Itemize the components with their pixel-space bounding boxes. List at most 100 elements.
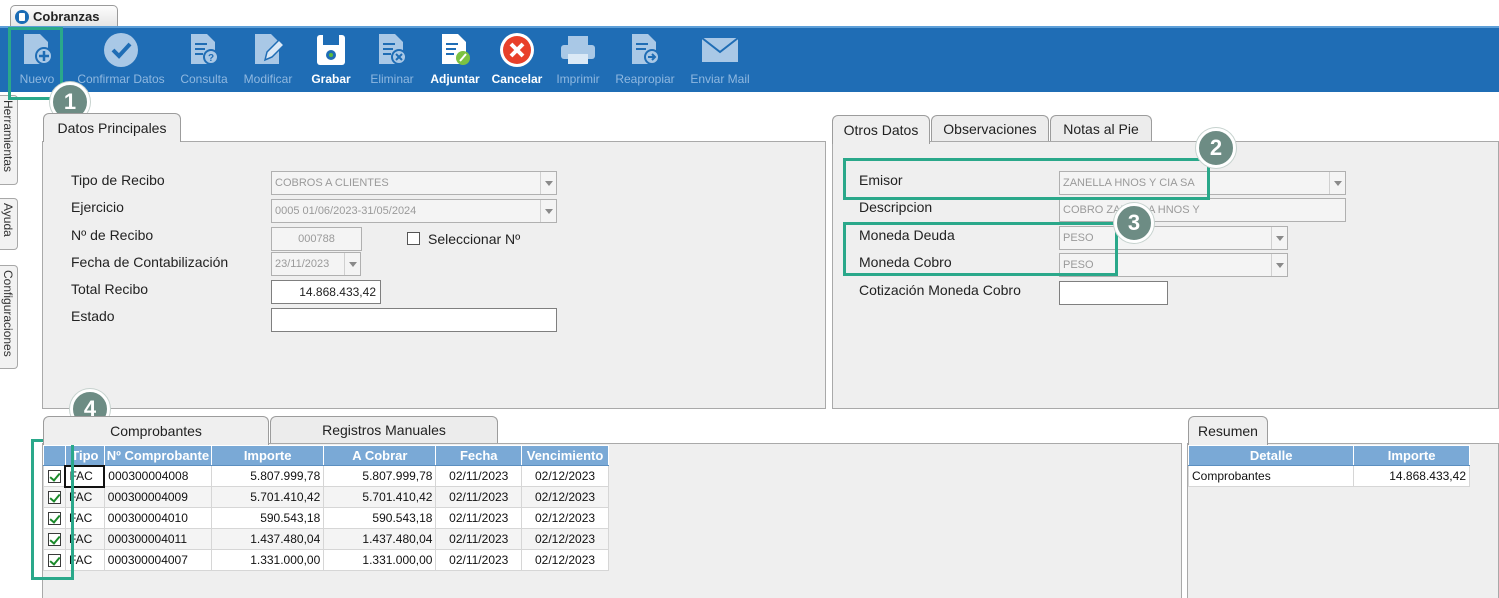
column-header-importe[interactable]: Importe <box>211 445 325 466</box>
vencimiento-cell[interactable]: 02/12/2023 <box>521 528 609 550</box>
fecha-cell[interactable]: 02/11/2023 <box>435 549 523 571</box>
column-header-a-cobrar[interactable]: A Cobrar <box>323 445 437 466</box>
importe-cell[interactable]: 14.868.433,42 <box>1353 465 1470 487</box>
numero-cell[interactable]: 000300004010 <box>103 507 213 529</box>
column-header-vencimiento[interactable]: Vencimiento <box>521 445 609 466</box>
send-mail-button[interactable]: Enviar Mail <box>686 30 754 92</box>
new-button[interactable]: Nuevo <box>12 30 62 92</box>
a-cobrar-cell[interactable]: 1.437.480,04 <box>323 528 437 550</box>
row-select-cell[interactable] <box>43 465 66 487</box>
fecha-cell[interactable]: 02/11/2023 <box>435 528 523 550</box>
tab-datos-principales[interactable]: Datos Principales <box>43 113 181 142</box>
column-header-tipo[interactable]: Tipo <box>64 445 105 466</box>
chevron-down-icon[interactable] <box>540 172 556 194</box>
modify-button[interactable]: Modificar <box>240 30 296 92</box>
row-checkbox[interactable] <box>47 512 61 526</box>
vencimiento-cell[interactable]: 02/12/2023 <box>521 465 609 487</box>
row-select-cell[interactable] <box>43 549 66 571</box>
document-tab-cobranzas[interactable]: Cobranzas <box>10 5 118 27</box>
reassign-button[interactable]: Reapropiar <box>612 30 678 92</box>
chevron-down-icon[interactable] <box>1271 254 1287 276</box>
cotizacion-field[interactable] <box>1059 281 1168 305</box>
confirm-data-button[interactable]: Confirmar Datos <box>74 30 168 92</box>
numero-cell[interactable]: 000300004009 <box>103 486 213 508</box>
numero-cell[interactable]: 000300004011 <box>103 528 213 550</box>
chevron-down-icon[interactable] <box>1329 172 1345 194</box>
fecha-cell[interactable]: 02/11/2023 <box>435 465 523 487</box>
fecha-cell[interactable]: 02/11/2023 <box>435 486 523 508</box>
tab-comprobantes[interactable]: Comprobantes <box>43 416 269 445</box>
row-select-cell[interactable] <box>43 507 66 529</box>
tipo-cell[interactable]: FAC <box>64 464 106 488</box>
vencimiento-cell[interactable]: 02/12/2023 <box>521 549 609 571</box>
table-row[interactable]: FAC 000300004010 590.543,18 590.543,18 0… <box>43 507 609 529</box>
tab-notas-al-pie[interactable]: Notas al Pie <box>1050 115 1152 142</box>
save-button[interactable]: Grabar <box>308 30 354 92</box>
emisor-select[interactable]: ZANELLA HNOS Y CIA SA <box>1059 171 1346 195</box>
row-select-cell[interactable] <box>43 528 66 550</box>
a-cobrar-cell[interactable]: 1.331.000,00 <box>323 549 437 571</box>
detalle-cell[interactable]: Comprobantes <box>1187 465 1355 487</box>
vencimiento-cell[interactable]: 02/12/2023 <box>521 486 609 508</box>
a-cobrar-cell[interactable]: 590.543,18 <box>323 507 437 529</box>
fecha-cell[interactable]: 02/11/2023 <box>435 507 523 529</box>
column-header-fecha[interactable]: Fecha <box>435 445 523 466</box>
importe-cell[interactable]: 5.701.410,42 <box>211 486 325 508</box>
total-recibo-field[interactable]: 14.868.433,42 <box>271 280 381 304</box>
numero-cell[interactable]: 000300004008 <box>103 465 213 487</box>
column-header-select[interactable] <box>43 445 66 466</box>
tab-resumen[interactable]: Resumen <box>1188 416 1268 445</box>
column-header-numero[interactable]: Nº Comprobante <box>103 445 213 466</box>
seleccionar-checkbox[interactable] <box>407 232 420 245</box>
chevron-down-icon[interactable] <box>344 253 360 275</box>
chevron-down-icon[interactable] <box>1271 227 1287 249</box>
tab-registros-manuales[interactable]: Registros Manuales <box>270 416 498 443</box>
moneda-deuda-select[interactable]: PESO <box>1059 226 1288 250</box>
query-button[interactable]: ? Consulta <box>178 30 230 92</box>
tipo-cell[interactable]: FAC <box>64 486 105 508</box>
tab-observaciones[interactable]: Observaciones <box>931 115 1049 142</box>
table-row[interactable]: FAC 000300004007 1.331.000,00 1.331.000,… <box>43 549 609 571</box>
numero-cell[interactable]: 000300004007 <box>103 549 213 571</box>
cancel-button[interactable]: Cancelar <box>490 30 544 92</box>
vencimiento-cell[interactable]: 02/12/2023 <box>521 507 609 529</box>
importe-cell[interactable]: 1.331.000,00 <box>211 549 325 571</box>
side-tab-ayuda[interactable]: Ayuda <box>0 198 18 250</box>
a-cobrar-cell[interactable]: 5.701.410,42 <box>323 486 437 508</box>
fecha-contab-field[interactable]: 23/11/2023 <box>271 252 361 276</box>
estado-field[interactable] <box>271 308 557 332</box>
otros-datos-panel: Emisor ZANELLA HNOS Y CIA SA Descripcion… <box>832 141 1499 409</box>
chevron-down-icon[interactable] <box>540 200 556 222</box>
row-select-cell[interactable] <box>43 486 66 508</box>
importe-cell[interactable]: 590.543,18 <box>211 507 325 529</box>
side-tab-herramientas[interactable]: Herramientas <box>0 95 18 185</box>
print-button[interactable]: Imprimir <box>552 30 604 92</box>
row-checkbox[interactable] <box>47 491 61 505</box>
attach-button[interactable]: Adjuntar <box>428 30 482 92</box>
table-row[interactable]: FAC 000300004008 5.807.999,78 5.807.999,… <box>43 464 609 488</box>
tipo-cell[interactable]: FAC <box>64 528 105 550</box>
importe-cell[interactable]: 5.807.999,78 <box>211 465 325 487</box>
tipo-recibo-select[interactable]: COBROS A CLIENTES <box>271 171 557 195</box>
descripcion-field[interactable]: COBRO ZANELLA HNOS Y <box>1059 198 1346 222</box>
table-row[interactable]: Comprobantes 14.868.433,42 <box>1187 465 1470 487</box>
a-cobrar-cell[interactable]: 5.807.999,78 <box>323 465 437 487</box>
table-row[interactable]: FAC 000300004009 5.701.410,42 5.701.410,… <box>43 486 609 508</box>
toolbar: Nuevo Confirmar Datos ? Consulta Modific… <box>0 26 1499 92</box>
row-checkbox[interactable] <box>47 533 61 547</box>
delete-button[interactable]: Eliminar <box>366 30 418 92</box>
ejercicio-select[interactable]: 0005 01/06/2023-31/05/2024 <box>271 199 557 223</box>
tab-otros-datos[interactable]: Otros Datos <box>832 115 930 144</box>
mail-icon <box>700 30 740 70</box>
tipo-cell[interactable]: FAC <box>64 507 105 529</box>
row-checkbox[interactable] <box>47 470 61 484</box>
column-header-detalle[interactable]: Detalle <box>1187 445 1355 466</box>
side-tab-configuraciones[interactable]: Configuraciones <box>0 265 18 369</box>
importe-cell[interactable]: 1.437.480,04 <box>211 528 325 550</box>
moneda-cobro-select[interactable]: PESO <box>1059 253 1288 277</box>
column-header-importe[interactable]: Importe <box>1353 445 1470 466</box>
tipo-cell[interactable]: FAC <box>64 549 105 571</box>
row-checkbox[interactable] <box>47 554 61 568</box>
nro-recibo-field[interactable]: 000788 <box>271 227 362 251</box>
table-row[interactable]: FAC 000300004011 1.437.480,04 1.437.480,… <box>43 528 609 550</box>
